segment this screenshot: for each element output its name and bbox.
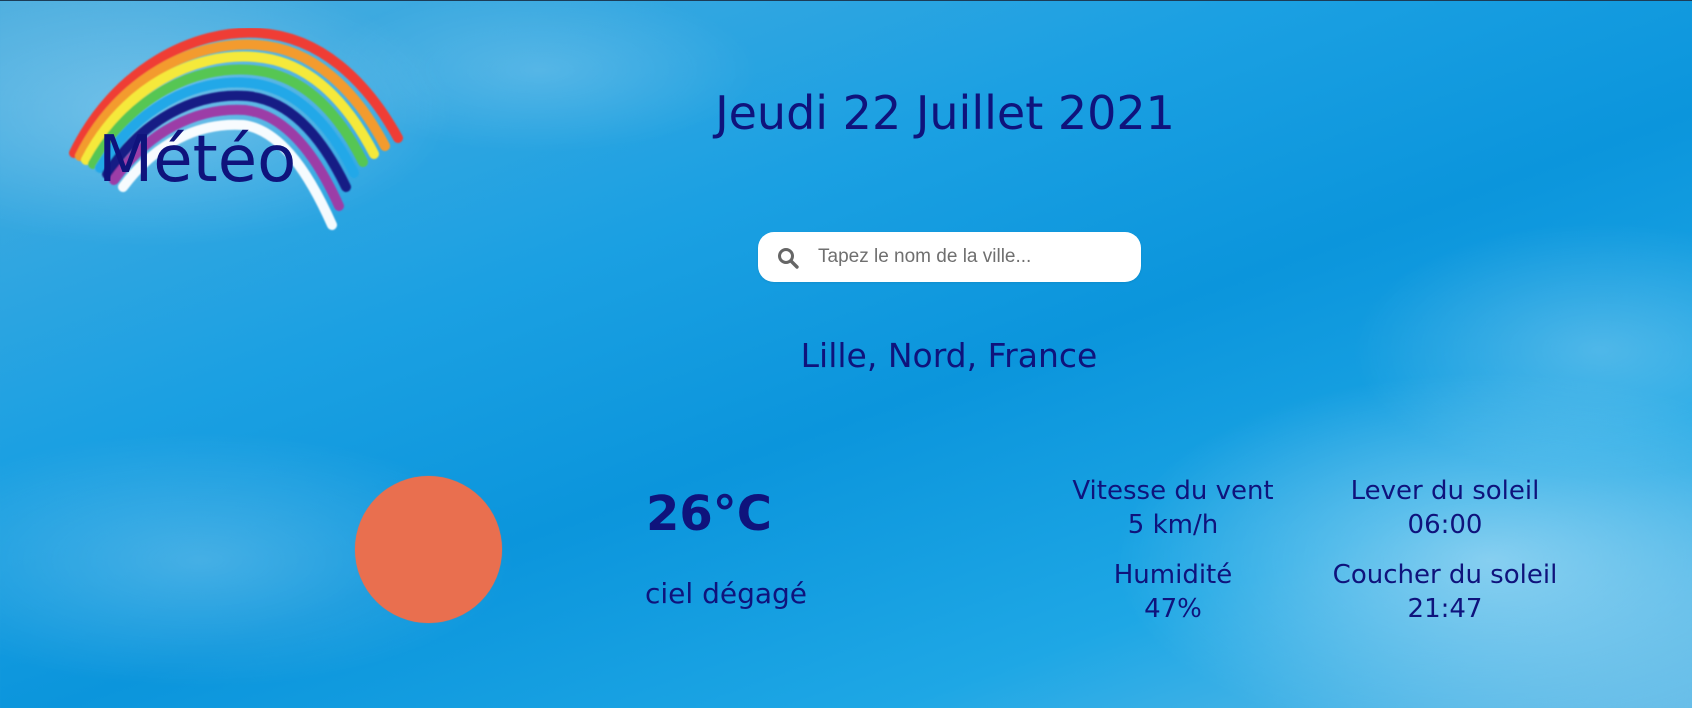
top-border [0,0,1692,1]
temperature-value: 26°C [646,486,773,542]
wind-speed-value: 5 km/h [1127,509,1219,540]
location-name: Lille, Nord, France [800,336,1098,375]
sunset-value: 21:47 [1407,593,1483,624]
weather-details: Vitesse du vent 5 km/h Humidité 47% Leve… [1072,475,1660,635]
search-icon [778,248,799,269]
sunrise-label: Lever du soleil [1350,476,1540,506]
wind-speed-label: Vitesse du vent [1072,476,1274,506]
city-search-box[interactable] [758,232,1141,282]
weather-description: ciel dégagé [644,577,807,610]
sunset-detail: Coucher du soleil 21:47 [1295,559,1595,627]
sunset-label: Coucher du soleil [1332,560,1558,590]
city-search-input[interactable] [808,232,1126,282]
humidity-detail: Humidité 47% [1023,559,1323,627]
sunrise-detail: Lever du soleil 06:00 [1295,475,1595,543]
humidity-value: 47% [1144,593,1202,624]
sun-icon [355,476,502,623]
sunrise-value: 06:00 [1407,509,1483,540]
current-date: Jeudi 22 Juillet 2021 [715,86,1175,140]
humidity-label: Humidité [1113,560,1233,590]
wind-speed-detail: Vitesse du vent 5 km/h [1023,475,1323,543]
